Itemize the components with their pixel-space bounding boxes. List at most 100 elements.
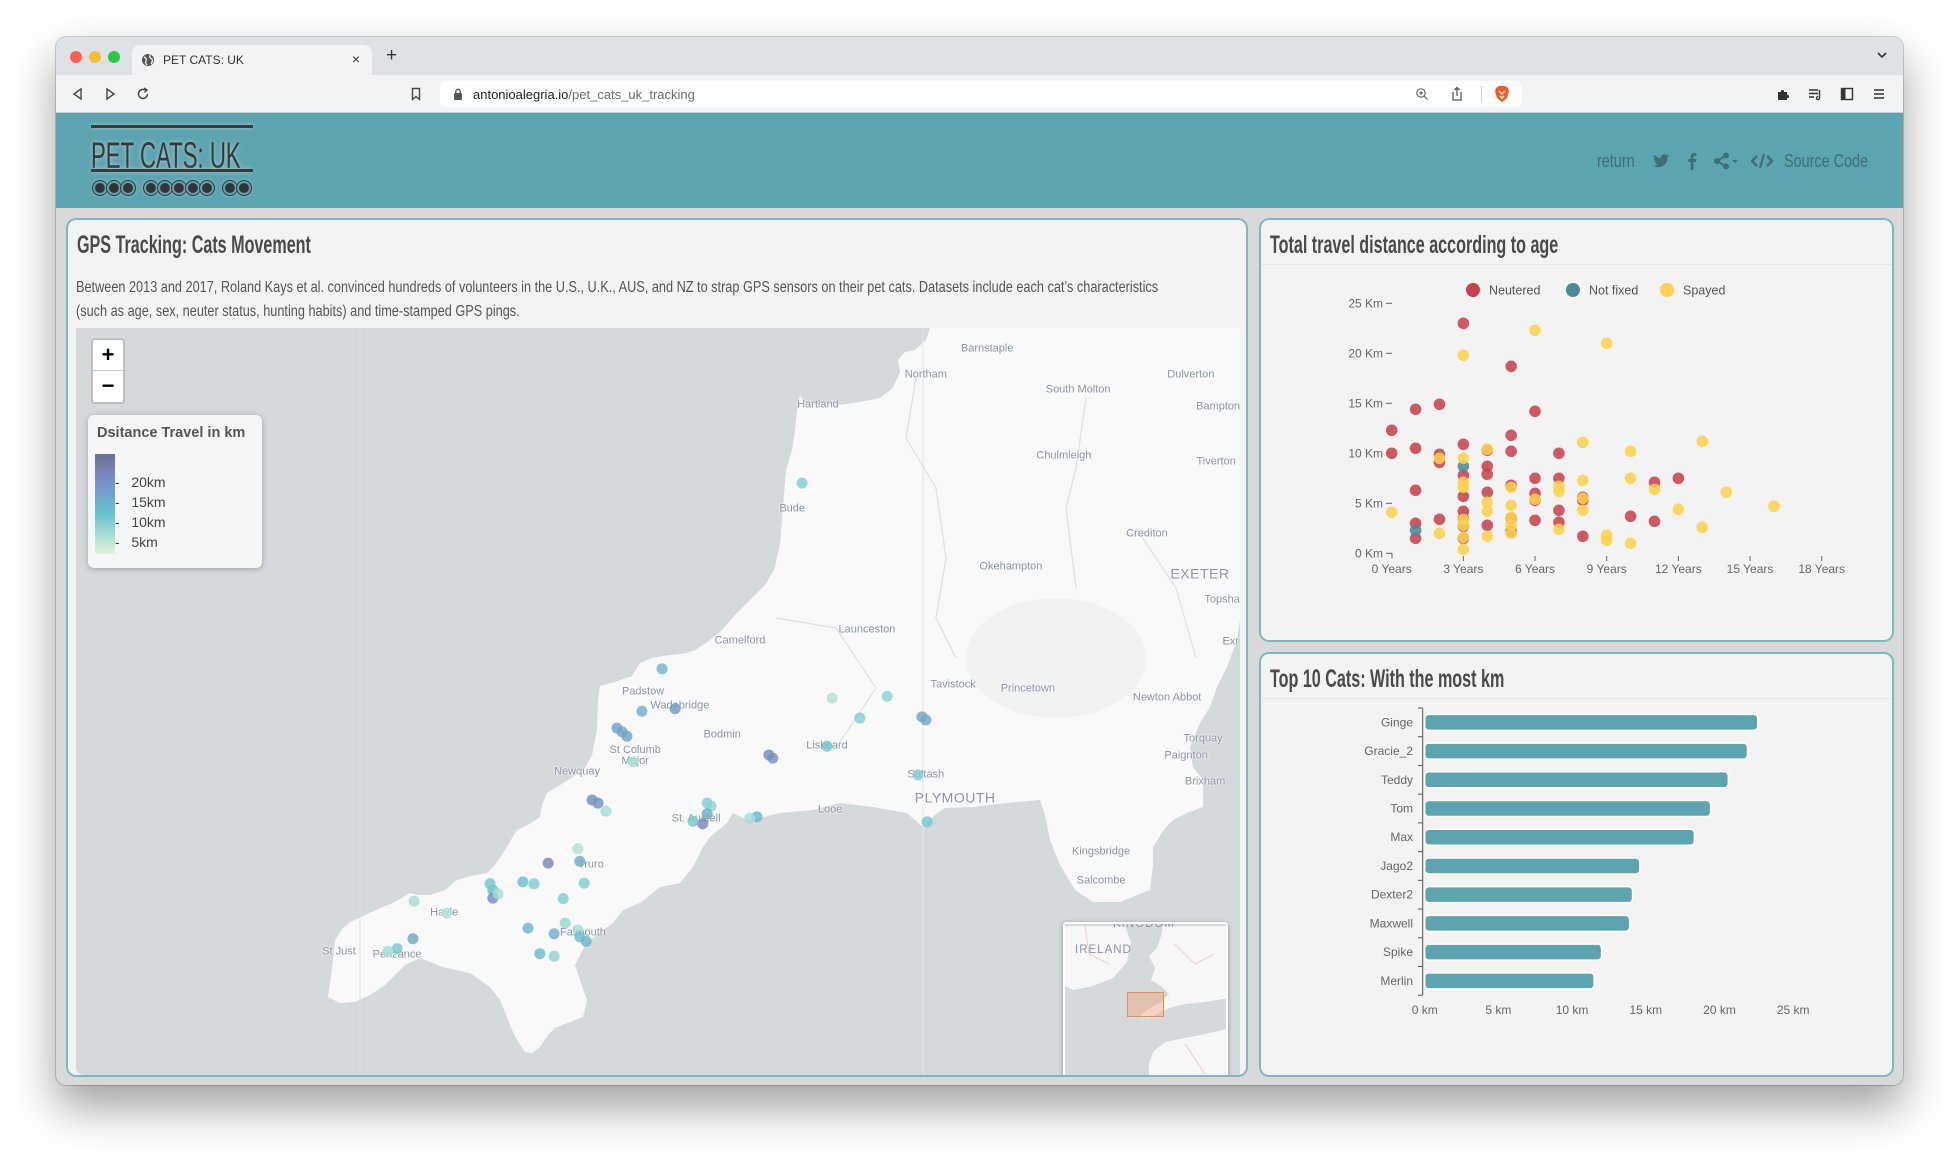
scatter-point[interactable]: [1457, 543, 1470, 556]
scatter-point[interactable]: [1481, 486, 1494, 499]
scatter-point[interactable]: [1481, 505, 1494, 518]
scatter-point[interactable]: [1505, 481, 1517, 494]
scatter-point[interactable]: [1696, 435, 1709, 448]
bar-jago2[interactable]: [1423, 857, 1641, 875]
bar-teddy[interactable]: [1423, 771, 1730, 789]
scatter-point[interactable]: [1696, 521, 1709, 534]
scatter-point[interactable]: [1457, 452, 1470, 465]
site-logo[interactable]: PET CATS: UK: [91, 125, 266, 200]
scatter-point[interactable]: [1553, 523, 1565, 536]
cat-gps-point[interactable]: [580, 935, 592, 947]
cat-gps-point[interactable]: [548, 950, 560, 962]
cat-gps-point[interactable]: [557, 893, 569, 905]
scatter-point[interactable]: [1600, 337, 1613, 350]
bar-merlin[interactable]: [1423, 972, 1595, 990]
legend-marker-neutered[interactable]: [1466, 283, 1480, 297]
scatter-point[interactable]: [1385, 424, 1398, 437]
scatter-point[interactable]: [1481, 468, 1494, 481]
cat-gps-point[interactable]: [881, 690, 893, 702]
legend-label[interactable]: Spayed: [1683, 284, 1725, 298]
share-page-icon[interactable]: [1450, 86, 1464, 102]
cat-gps-point[interactable]: [528, 878, 540, 890]
scatter-point[interactable]: [1457, 531, 1470, 544]
back-icon[interactable]: [71, 87, 85, 101]
scatter-point[interactable]: [1385, 506, 1398, 519]
cat-gps-point[interactable]: [572, 843, 584, 855]
bar-ginge[interactable]: [1423, 713, 1759, 732]
scatter-point[interactable]: [1409, 442, 1422, 455]
scatter-point[interactable]: [1409, 484, 1422, 497]
cat-gps-point[interactable]: [656, 663, 668, 675]
scatter-point[interactable]: [1529, 472, 1541, 485]
cat-gps-point[interactable]: [636, 705, 648, 717]
scatter-point[interactable]: [1481, 530, 1494, 543]
close-tab-button[interactable]: ×: [352, 51, 360, 67]
maximize-window-button[interactable]: [108, 51, 120, 63]
scatter-point[interactable]: [1648, 515, 1661, 528]
cat-gps-point[interactable]: [600, 805, 612, 817]
chevron-down-icon[interactable]: [1876, 51, 1888, 59]
close-window-button[interactable]: [70, 51, 82, 63]
minimap[interactable]: KINGDOM IRELAND: [1063, 922, 1228, 1075]
legend-label[interactable]: Not fixed: [1589, 284, 1638, 298]
scatter-point[interactable]: [1457, 349, 1470, 362]
cat-gps-point[interactable]: [921, 816, 933, 828]
forward-icon[interactable]: [103, 87, 117, 101]
scatter-point[interactable]: [1505, 360, 1517, 373]
scatter-point[interactable]: [1481, 519, 1494, 532]
bar-gracie_2[interactable]: [1423, 742, 1749, 760]
facebook-icon[interactable]: [1687, 152, 1697, 170]
code-icon[interactable]: [1751, 153, 1773, 169]
scatter-point[interactable]: [1433, 513, 1446, 526]
new-tab-button[interactable]: +: [386, 46, 397, 65]
cat-gps-point[interactable]: [548, 928, 560, 940]
cat-gps-point[interactable]: [382, 945, 394, 957]
cat-gps-point[interactable]: [559, 917, 571, 929]
scatter-point[interactable]: [1529, 514, 1541, 527]
address-bar[interactable]: antonioalegria.io/pet_cats_uk_tracking: [440, 81, 1522, 107]
cat-gps-point[interactable]: [912, 769, 924, 781]
cat-gps-point[interactable]: [574, 855, 586, 867]
cat-gps-point[interactable]: [826, 692, 838, 704]
source-code-link[interactable]: Source Code: [1784, 151, 1868, 172]
scatter-point[interactable]: [1672, 503, 1685, 516]
playlist-icon[interactable]: [1808, 87, 1822, 101]
scatter-point[interactable]: [1624, 445, 1637, 458]
bar-maxwell[interactable]: [1423, 914, 1631, 933]
scatter-point[interactable]: [1577, 504, 1589, 517]
scatter-point[interactable]: [1505, 429, 1517, 442]
scatter-point[interactable]: [1505, 445, 1517, 458]
share-icon[interactable]: [1713, 152, 1741, 170]
cat-gps-point[interactable]: [441, 907, 453, 919]
scatter-point[interactable]: [1768, 500, 1780, 513]
cat-gps-point[interactable]: [542, 857, 554, 869]
scatter-point[interactable]: [1577, 530, 1589, 543]
cat-gps-point[interactable]: [492, 888, 504, 900]
scatter-point[interactable]: [1433, 398, 1446, 411]
scatter-point[interactable]: [1624, 510, 1637, 523]
minimize-window-button[interactable]: [89, 51, 101, 63]
cat-gps-point[interactable]: [517, 876, 529, 888]
cat-gps-point[interactable]: [534, 948, 546, 960]
menu-icon[interactable]: [1872, 87, 1886, 101]
minimap-viewport[interactable]: [1127, 992, 1164, 1017]
scatter-point[interactable]: [1577, 436, 1589, 449]
sidebar-icon[interactable]: [1840, 87, 1854, 101]
bookmark-icon[interactable]: [409, 87, 423, 101]
scatter-point[interactable]: [1457, 519, 1470, 532]
scatter-point[interactable]: [1577, 474, 1589, 487]
zoom-in-button[interactable]: +: [93, 340, 123, 371]
scatter-point[interactable]: [1457, 317, 1470, 330]
scatter-point[interactable]: [1624, 537, 1637, 550]
scatter-point[interactable]: [1505, 499, 1517, 512]
twitter-icon[interactable]: [1653, 154, 1670, 168]
legend-label[interactable]: Neutered: [1489, 284, 1540, 298]
scatter-point[interactable]: [1672, 472, 1685, 485]
scatter-point[interactable]: [1385, 447, 1398, 460]
cat-gps-point[interactable]: [687, 815, 699, 827]
bar-tom[interactable]: [1423, 799, 1712, 818]
cat-gps-point[interactable]: [697, 818, 709, 830]
bar-max[interactable]: [1423, 828, 1696, 846]
scatter-point[interactable]: [1553, 485, 1565, 498]
cat-gps-point[interactable]: [484, 878, 496, 890]
